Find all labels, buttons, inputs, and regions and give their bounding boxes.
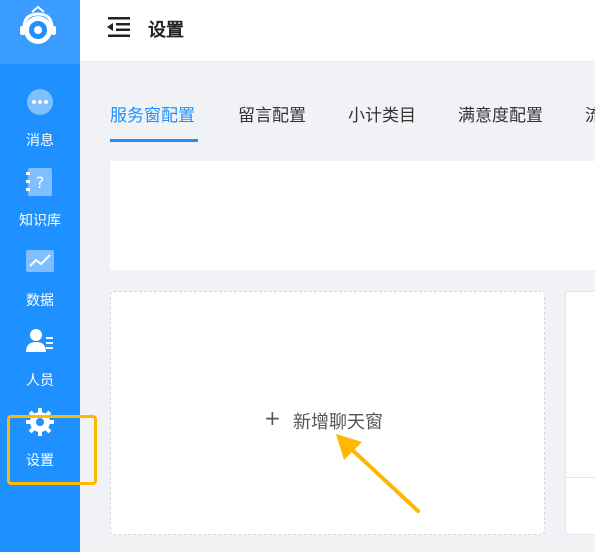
- sidebar-item-data[interactable]: 数据: [0, 248, 80, 318]
- sidebar-item-label: 消息: [26, 133, 54, 149]
- annotation-arrow-icon: [336, 434, 420, 513]
- line-chart-icon: [26, 250, 54, 272]
- sidebar-item-messages[interactable]: 消息: [0, 88, 80, 158]
- top-header: 设置: [80, 0, 595, 62]
- tab-subtotal-categories[interactable]: 小计类目: [348, 101, 416, 126]
- menu-collapse-icon[interactable]: [106, 16, 132, 38]
- person-list-icon: [26, 329, 53, 352]
- plus-icon: +: [264, 406, 281, 430]
- question-book-icon: ?: [26, 168, 52, 196]
- chat-bubble-icon: [27, 89, 53, 115]
- sidebar-item-people[interactable]: 人员: [0, 328, 80, 398]
- sidebar-item-knowledge-base[interactable]: ? 知识库: [0, 168, 80, 238]
- svg-text:?: ?: [36, 173, 45, 192]
- page-title: 设置: [148, 20, 184, 41]
- card-divider: [566, 477, 595, 478]
- content-panel: [110, 161, 595, 270]
- tab-service-window-config[interactable]: 服务窗配置: [110, 101, 195, 126]
- logo-area: [0, 0, 80, 64]
- add-chat-window-button[interactable]: + 新增聊天窗: [110, 291, 545, 535]
- sidebar-item-label: 知识库: [19, 213, 61, 229]
- settings-tabs: 服务窗配置 留言配置 小计类目 满意度配置 流: [80, 63, 595, 160]
- tab-satisfaction-config[interactable]: 满意度配置: [458, 101, 543, 126]
- sidebar-item-label: 人员: [26, 373, 54, 389]
- tab-truncated[interactable]: 流: [585, 101, 595, 126]
- tab-message-config[interactable]: 留言配置: [238, 101, 306, 126]
- highlight-box: [7, 415, 97, 485]
- active-tab-indicator: [110, 139, 198, 142]
- robot-headset-icon[interactable]: [17, 6, 59, 48]
- sidebar-item-label: 数据: [26, 293, 54, 309]
- chat-window-card[interactable]: [565, 291, 595, 535]
